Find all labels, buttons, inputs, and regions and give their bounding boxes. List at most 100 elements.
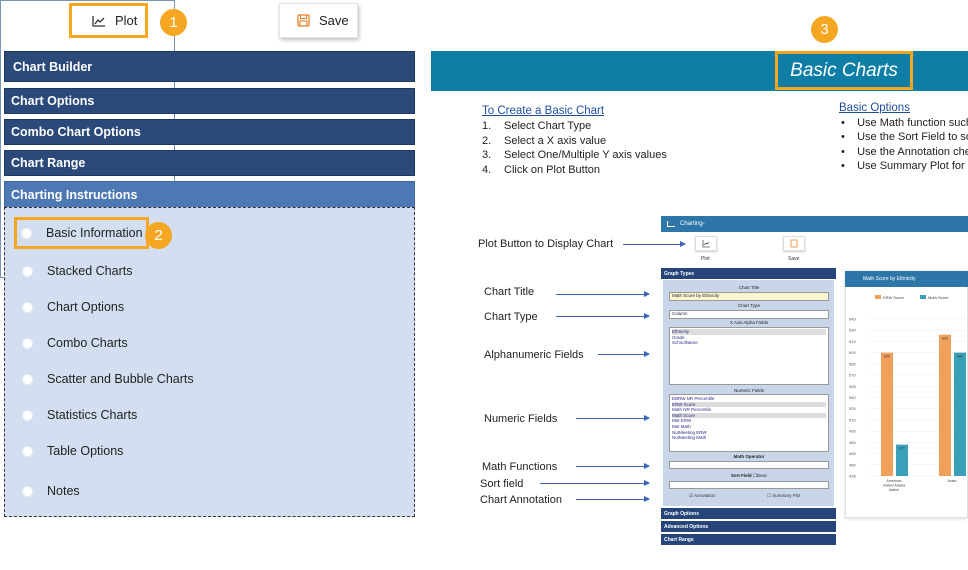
legend-label: ERW Score xyxy=(883,295,905,300)
line-chart-icon xyxy=(92,15,105,27)
accordion-chart-range[interactable]: Chart Range xyxy=(4,150,415,176)
mini-summary-plot-checkbox: ☐ Summary Plot xyxy=(767,493,801,498)
radio-label: Scatter and Bubble Charts xyxy=(47,372,194,386)
radio-button-icon xyxy=(22,409,33,421)
mini-math-operator-select xyxy=(669,461,829,469)
radio-label: Notes xyxy=(47,484,80,498)
bar-data-label: 600 xyxy=(957,355,963,359)
radio-stacked-charts[interactable]: Stacked Charts xyxy=(22,264,132,278)
radio-button-icon xyxy=(22,337,33,349)
x-category-label: Indian/ Alaska xyxy=(883,484,905,488)
mini-chart-title-input: Math Score by Ethnicity xyxy=(669,292,829,301)
basic-option-2: • Use the Sort Field to so xyxy=(841,131,968,143)
accordion-charting-instructions[interactable]: Charting Instructions xyxy=(4,181,415,208)
annotation-plot-button: Plot Button to Display Chart xyxy=(478,238,614,250)
annotation-numeric: Numeric Fields xyxy=(484,413,558,425)
y-tick-label: 585 xyxy=(849,361,856,366)
radio-statistics-charts[interactable]: Statistics Charts xyxy=(22,408,137,422)
radio-table-options[interactable]: Table Options xyxy=(22,444,123,458)
mini-save-button xyxy=(783,236,805,251)
radio-button-icon xyxy=(22,485,33,497)
callout-badge-1: 1 xyxy=(160,9,187,36)
plot-button[interactable]: Plot xyxy=(69,3,148,38)
radio-button-icon xyxy=(22,265,33,277)
radio-notes[interactable]: Notes xyxy=(22,484,80,498)
arrow-icon xyxy=(598,351,650,357)
mini-desc-label: Desc xyxy=(756,473,768,478)
radio-basic-information[interactable]: Basic Information xyxy=(14,217,149,249)
radio-chart-options[interactable]: Chart Options xyxy=(22,300,124,314)
floppy-disk-icon xyxy=(297,14,310,27)
y-tick-label: 510 xyxy=(849,417,856,422)
mini-advanced-options-bar: Advanced Options xyxy=(661,521,836,532)
callout-badge-3: 3 xyxy=(811,16,838,43)
legend-swatch xyxy=(920,295,926,299)
radio-button-icon xyxy=(22,301,33,313)
radio-scatter-bubble-charts[interactable]: Scatter and Bubble Charts xyxy=(22,372,194,386)
line-chart-icon xyxy=(702,240,710,248)
mini-summary-plot-label: Summary Plot xyxy=(772,493,801,498)
mini-header-label: Charting- xyxy=(680,221,705,227)
mini-chart-title: Math Score by Ethnicity xyxy=(845,271,968,287)
mini-charting-header: Charting- xyxy=(661,216,968,232)
bar xyxy=(939,334,951,476)
chart-icon xyxy=(667,221,675,227)
legend-swatch xyxy=(875,295,881,299)
mini-annotation-checkbox: ☑ Annotation xyxy=(689,493,716,498)
basic-option-4: • Use Summary Plot for a xyxy=(841,160,968,172)
radio-combo-charts[interactable]: Combo Charts xyxy=(22,336,128,350)
mini-save-label: Save xyxy=(788,256,800,262)
arrow-icon xyxy=(576,463,650,469)
y-tick-label: 540 xyxy=(849,395,856,400)
mini-plot-button xyxy=(695,236,717,251)
accordion-chart-options[interactable]: Chart Options xyxy=(4,88,415,114)
accordion-combo-chart-options-label: Combo Chart Options xyxy=(11,125,141,139)
mini-plot-label: Plot xyxy=(701,256,710,262)
banner-title: Basic Charts xyxy=(775,51,913,90)
arrow-icon xyxy=(540,480,650,486)
create-step-1: 1. Select Chart Type xyxy=(482,120,592,132)
create-chart-title: To Create a Basic Chart xyxy=(482,105,605,117)
bar-data-label: 477 xyxy=(899,447,905,451)
accordion-combo-chart-options[interactable]: Combo Chart Options xyxy=(4,119,415,145)
basic-options-title: Basic Options xyxy=(839,102,910,114)
mini-chart-type-label: Chart Type xyxy=(738,303,760,308)
radio-button-icon xyxy=(22,445,33,457)
accordion-chart-range-label: Chart Range xyxy=(11,156,86,170)
mini-sort-field-label: Sort Field xyxy=(730,473,752,478)
mini-chart-type-select: Column xyxy=(669,310,829,319)
mini-annotation-label: Annotation xyxy=(694,493,716,498)
create-step-4: 4. Click on Plot Button xyxy=(482,164,600,176)
mini-x-axis-list: Ethnicity Grade SchoolName xyxy=(669,327,829,385)
create-step-3: 3. Select One/Multiple Y axis values xyxy=(482,149,667,161)
math-score-chart: ERW Score Math Score 645 630 615 600 585 570 555… xyxy=(849,295,968,492)
radio-button-icon xyxy=(21,227,32,239)
bar xyxy=(881,352,893,476)
arrow-icon xyxy=(556,291,650,297)
basic-option-3: • Use the Annotation che xyxy=(841,146,968,158)
y-tick-label: 645 xyxy=(849,317,856,322)
arrow-icon xyxy=(556,313,650,319)
annotation-chart-annotation: Chart Annotation xyxy=(480,494,562,506)
mini-chart-range-bar: Chart Range xyxy=(661,534,836,545)
accordion-chart-builder[interactable]: Chart Builder xyxy=(4,51,415,82)
mini-chart-title-label: Chart Title xyxy=(738,285,760,290)
y-tick-label: 555 xyxy=(849,384,856,389)
radio-label: Table Options xyxy=(47,444,124,458)
y-tick-label: 450 xyxy=(849,462,856,467)
mini-numeric-label: Numeric Fields xyxy=(733,388,764,393)
mini-numeric-item: NotMeeting Math xyxy=(672,435,707,441)
bar-data-label: 600 xyxy=(884,355,890,359)
save-button[interactable]: Save xyxy=(279,3,358,38)
radio-label: Stacked Charts xyxy=(47,264,133,278)
annotation-math-functions: Math Functions xyxy=(482,461,558,473)
mini-numeric-list: EBRW NR Percentile ERW Score Math NR Per… xyxy=(669,394,829,452)
y-tick-label: 465 xyxy=(849,451,856,456)
radio-label: Chart Options xyxy=(47,300,125,314)
y-tick-label: 600 xyxy=(849,350,856,355)
radio-label: Combo Charts xyxy=(47,336,128,350)
x-category-label: Asian xyxy=(948,479,957,483)
y-tick-label: 525 xyxy=(849,406,856,411)
accordion-charting-instructions-label: Charting Instructions xyxy=(11,187,138,202)
mini-math-operator-label: Math Operator xyxy=(733,454,765,459)
